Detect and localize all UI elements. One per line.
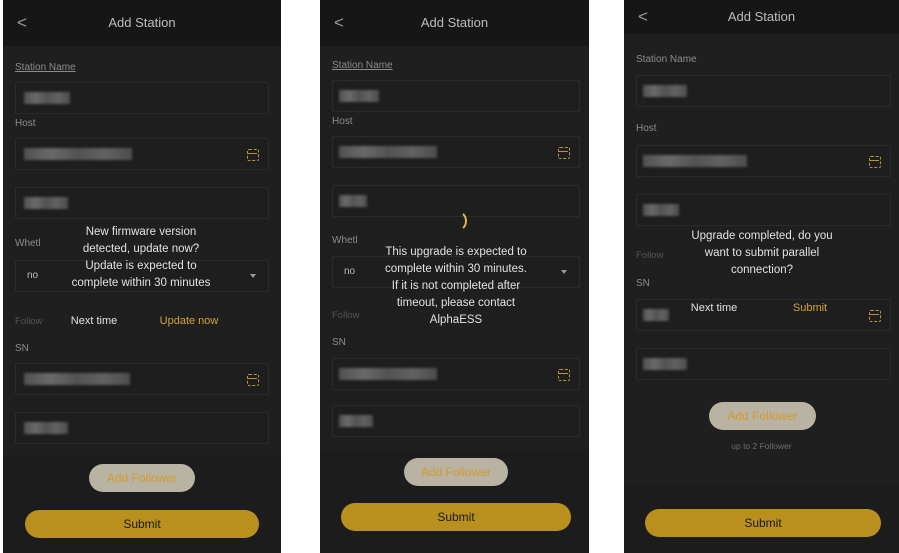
follower-limit-hint: up to 2 Follower — [731, 441, 792, 451]
station-name-label: Station Name — [332, 60, 393, 71]
redacted-value — [339, 368, 437, 380]
scan-icon[interactable] — [868, 309, 881, 322]
page-title: Add Station — [108, 15, 176, 30]
follower-sn-field[interactable] — [15, 412, 269, 444]
update-now-button[interactable]: Update now — [149, 315, 229, 327]
host-label: Host — [332, 116, 353, 127]
follower-label: Follow — [332, 310, 360, 321]
header: < Add Station — [320, 0, 589, 46]
dialog-message: New firmware version detected, update no… — [51, 224, 231, 292]
dialog-line: This upgrade is expected to — [385, 246, 527, 258]
dialog-line: detected, update now? — [82, 243, 200, 255]
whether-label: Whetl — [15, 238, 41, 249]
scan-icon[interactable] — [868, 155, 881, 168]
scan-icon[interactable] — [557, 368, 570, 381]
host-field[interactable] — [636, 145, 891, 177]
add-follower-button[interactable]: Add Follower — [404, 458, 508, 486]
scan-icon[interactable] — [246, 148, 259, 161]
form: Station Name Host Follow SN Upgrade comp… — [624, 34, 899, 484]
whether-label: Whetl — [332, 235, 358, 246]
next-time-button[interactable]: Next time — [674, 302, 754, 314]
dialog-line: If it is not completed after — [391, 280, 521, 292]
submit-button[interactable]: Submit — [25, 510, 259, 538]
select-value: no — [344, 266, 356, 277]
follower-label: Follow — [15, 316, 43, 327]
redacted-value — [643, 85, 687, 97]
form: Station Name Host Whetl no Follow SN New… — [3, 46, 281, 456]
station-name-field[interactable] — [636, 75, 891, 107]
page-title: Add Station — [727, 9, 796, 24]
header: < Add Station — [3, 0, 281, 46]
submit-button[interactable]: Submit — [341, 503, 571, 531]
dialog-submit-button[interactable]: Submit — [770, 302, 850, 314]
scan-icon[interactable] — [557, 146, 570, 159]
next-time-button[interactable]: Next time — [54, 315, 134, 327]
host-field[interactable] — [332, 136, 580, 168]
station-name-field[interactable] — [15, 82, 269, 114]
dialog-line: AlphaESS — [429, 314, 483, 326]
redacted-field[interactable] — [15, 187, 269, 219]
station-name-label: Station Name — [15, 62, 76, 73]
dialog-line: timeout, please contact — [396, 297, 516, 309]
dialog-line: Upgrade completed, do you — [691, 230, 833, 242]
redacted-value — [643, 204, 679, 216]
dialog-message: This upgrade is expected to complete wit… — [366, 244, 546, 329]
scan-icon[interactable] — [246, 373, 259, 386]
redacted-value — [24, 148, 132, 160]
form: Station Name Host Whetl no Follow SN Thi — [320, 46, 589, 450]
redacted-value — [339, 195, 367, 207]
submit-button[interactable]: Submit — [645, 509, 881, 537]
redacted-value — [643, 309, 669, 321]
page-title: Add Station — [420, 15, 489, 30]
follower-label: Follow — [636, 250, 664, 261]
dialog-line: complete within 30 minutes. — [385, 263, 527, 275]
sn-label: SN — [636, 278, 650, 289]
sn-label: SN — [15, 343, 29, 354]
select-value: no — [27, 270, 39, 281]
add-follower-button[interactable]: Add Follower — [709, 402, 816, 430]
station-name-field[interactable] — [332, 80, 580, 112]
screen-upgrade-complete: < Add Station Station Name Host Follow S… — [624, 0, 899, 553]
redacted-value — [643, 155, 747, 167]
redacted-value — [643, 358, 687, 370]
follower-sn-field[interactable] — [636, 348, 891, 380]
header: < Add Station — [624, 0, 899, 34]
dropdown-icon — [561, 270, 567, 274]
redacted-value — [339, 415, 373, 427]
dialog-line: complete within 30 minutes — [71, 277, 211, 289]
redacted-value — [339, 90, 379, 102]
sn-field[interactable] — [15, 363, 269, 395]
screen-upgrading: < Add Station Station Name Host Whetl no… — [320, 0, 589, 553]
redacted-value — [24, 422, 68, 434]
sn-label: SN — [332, 337, 346, 348]
redacted-value — [24, 92, 70, 104]
redacted-value — [339, 146, 437, 158]
redacted-value — [24, 197, 68, 209]
screen-firmware-prompt: < Add Station Station Name Host Whetl no… — [3, 0, 281, 553]
dialog-message: Upgrade completed, do you want to submit… — [672, 228, 852, 279]
host-field[interactable] — [15, 138, 269, 170]
dropdown-icon — [250, 274, 256, 278]
dialog-line: want to submit parallel — [704, 247, 820, 259]
station-name-label: Station Name — [636, 54, 697, 65]
dialog-line: New firmware version — [85, 226, 197, 238]
follower-sn-field[interactable] — [332, 405, 580, 437]
sn-field[interactable] — [332, 358, 580, 390]
dialog-line: connection? — [730, 264, 794, 276]
dialog-line: Update is expected to — [85, 260, 197, 272]
host-label: Host — [636, 123, 657, 134]
redacted-field[interactable] — [636, 194, 891, 226]
add-follower-button[interactable]: Add Follower — [89, 464, 195, 492]
redacted-value — [24, 373, 130, 385]
host-label: Host — [15, 118, 36, 129]
spinner-icon — [445, 210, 467, 232]
